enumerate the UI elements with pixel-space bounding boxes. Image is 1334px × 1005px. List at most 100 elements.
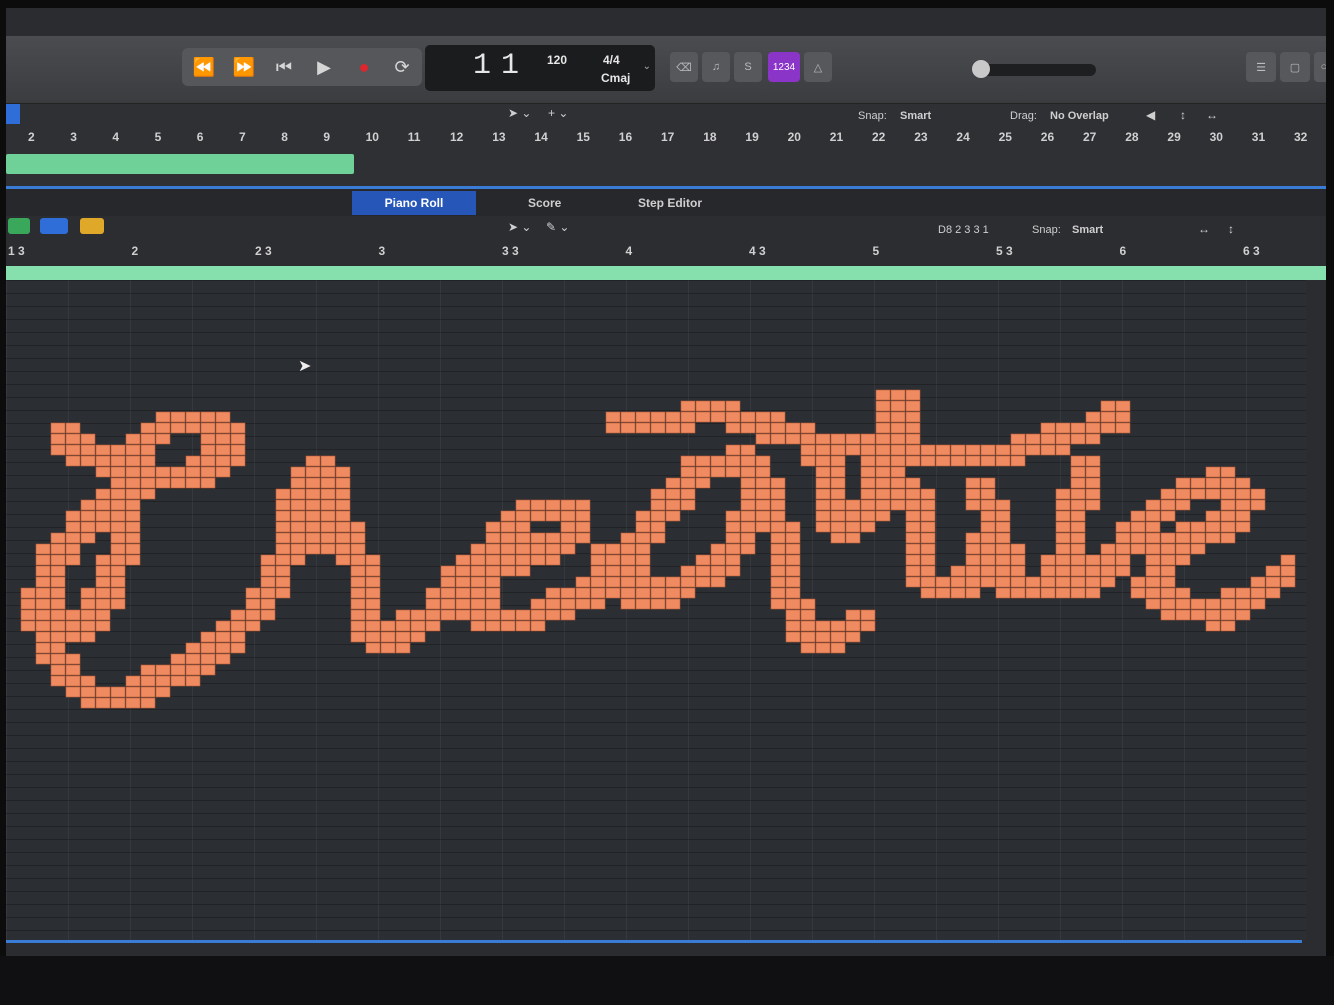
- midi-note[interactable]: [110, 543, 126, 555]
- midi-note[interactable]: [635, 554, 651, 566]
- midi-note[interactable]: [920, 576, 936, 588]
- midi-note[interactable]: [230, 609, 246, 621]
- midi-note[interactable]: [350, 609, 366, 621]
- midi-note[interactable]: [350, 620, 366, 632]
- midi-note[interactable]: [590, 554, 606, 566]
- midi-note[interactable]: [740, 466, 756, 478]
- midi-note[interactable]: [545, 532, 561, 544]
- midi-note[interactable]: [1235, 609, 1251, 621]
- midi-note[interactable]: [545, 587, 561, 599]
- midi-note[interactable]: [1025, 444, 1041, 456]
- midi-note[interactable]: [560, 543, 576, 555]
- midi-note[interactable]: [125, 675, 141, 687]
- midi-note[interactable]: [770, 587, 786, 599]
- midi-note[interactable]: [125, 521, 141, 533]
- midi-note[interactable]: [680, 499, 696, 511]
- midi-note[interactable]: [1070, 455, 1086, 467]
- midi-note[interactable]: [1205, 521, 1221, 533]
- midi-note[interactable]: [50, 653, 66, 665]
- midi-note[interactable]: [770, 554, 786, 566]
- midi-note[interactable]: [95, 444, 111, 456]
- midi-note[interactable]: [920, 510, 936, 522]
- midi-note[interactable]: [215, 631, 231, 643]
- midi-note[interactable]: [1085, 576, 1101, 588]
- lcd-display[interactable]: 1 1 120 4/4 Cmaj ⌄: [425, 45, 655, 91]
- midi-note[interactable]: [275, 488, 291, 500]
- midi-note[interactable]: [1130, 587, 1146, 599]
- fast-forward-icon[interactable]: ⏩: [226, 50, 262, 84]
- midi-note[interactable]: [725, 422, 741, 434]
- midi-note[interactable]: [125, 543, 141, 555]
- midi-note[interactable]: [1040, 433, 1056, 445]
- midi-note[interactable]: [1220, 488, 1236, 500]
- midi-note[interactable]: [1115, 565, 1131, 577]
- midi-note[interactable]: [875, 400, 891, 412]
- midi-note[interactable]: [155, 433, 171, 445]
- midi-note[interactable]: [125, 554, 141, 566]
- midi-note[interactable]: [605, 543, 621, 555]
- midi-note[interactable]: [515, 499, 531, 511]
- midi-note[interactable]: [50, 664, 66, 676]
- midi-note[interactable]: [125, 433, 141, 445]
- midi-note[interactable]: [215, 422, 231, 434]
- midi-note[interactable]: [635, 587, 651, 599]
- midi-note[interactable]: [605, 554, 621, 566]
- midi-note[interactable]: [275, 499, 291, 511]
- midi-note[interactable]: [770, 521, 786, 533]
- arrow-left-icon[interactable]: ◀: [1146, 108, 1155, 122]
- midi-note[interactable]: [650, 411, 666, 423]
- midi-note[interactable]: [95, 598, 111, 610]
- midi-note[interactable]: [905, 455, 921, 467]
- midi-note[interactable]: [1160, 598, 1176, 610]
- midi-note[interactable]: [845, 609, 861, 621]
- midi-note[interactable]: [1010, 433, 1026, 445]
- midi-note[interactable]: [230, 455, 246, 467]
- midi-note[interactable]: [155, 664, 171, 676]
- midi-note[interactable]: [830, 455, 846, 467]
- midi-note[interactable]: [365, 631, 381, 643]
- midi-note[interactable]: [995, 587, 1011, 599]
- midi-note[interactable]: [545, 510, 561, 522]
- replace-icon[interactable]: ⌫: [670, 52, 698, 82]
- midi-note[interactable]: [35, 543, 51, 555]
- midi-note[interactable]: [215, 653, 231, 665]
- midi-note[interactable]: [830, 642, 846, 654]
- midi-note[interactable]: [755, 411, 771, 423]
- midi-note[interactable]: [110, 466, 126, 478]
- midi-note[interactable]: [65, 455, 81, 467]
- midi-note[interactable]: [905, 565, 921, 577]
- midi-note[interactable]: [785, 554, 801, 566]
- midi-note[interactable]: [95, 565, 111, 577]
- midi-note[interactable]: [680, 565, 696, 577]
- midi-note[interactable]: [1235, 598, 1251, 610]
- midi-note[interactable]: [155, 466, 171, 478]
- midi-note[interactable]: [320, 543, 336, 555]
- midi-note[interactable]: [260, 554, 276, 566]
- midi-note[interactable]: [920, 587, 936, 599]
- midi-note[interactable]: [905, 576, 921, 588]
- midi-note[interactable]: [830, 466, 846, 478]
- midi-note[interactable]: [80, 510, 96, 522]
- midi-note[interactable]: [680, 455, 696, 467]
- midi-note[interactable]: [890, 444, 906, 456]
- midi-note[interactable]: [515, 543, 531, 555]
- midi-note[interactable]: [1250, 576, 1266, 588]
- midi-note[interactable]: [110, 598, 126, 610]
- midi-note[interactable]: [1100, 576, 1116, 588]
- midi-note[interactable]: [275, 565, 291, 577]
- midi-note[interactable]: [35, 631, 51, 643]
- midi-note[interactable]: [110, 510, 126, 522]
- midi-note[interactable]: [515, 510, 531, 522]
- midi-note[interactable]: [1160, 543, 1176, 555]
- midi-note[interactable]: [785, 532, 801, 544]
- library-icon[interactable]: ○: [1314, 52, 1326, 82]
- midi-note[interactable]: [185, 466, 201, 478]
- midi-note[interactable]: [710, 576, 726, 588]
- midi-note[interactable]: [260, 587, 276, 599]
- midi-note[interactable]: [1040, 576, 1056, 588]
- midi-note[interactable]: [740, 411, 756, 423]
- midi-note[interactable]: [50, 543, 66, 555]
- tab-step-editor[interactable]: Step Editor: [624, 191, 716, 215]
- midi-note[interactable]: [770, 510, 786, 522]
- lcd-dropdown-icon[interactable]: ⌄: [643, 61, 651, 72]
